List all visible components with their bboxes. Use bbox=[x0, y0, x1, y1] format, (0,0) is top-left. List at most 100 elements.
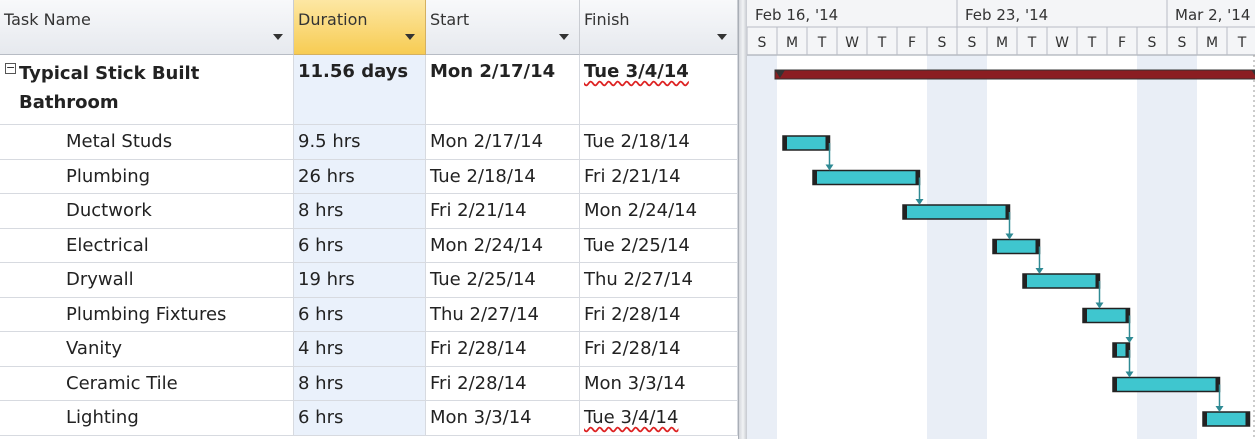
gantt-canvas: Feb 16, '14 Feb 23, '14 Mar 2, '14 S M T W T F S S… bbox=[747, 0, 1255, 439]
column-header-finish[interactable]: Finish bbox=[580, 0, 738, 55]
gantt-chart: Feb 16, '14 Feb 23, '14 Mar 2, '14 S M T W T F S S… bbox=[747, 0, 1255, 439]
task-row[interactable]: Metal Studs 9.5 hrs Mon 2/17/14 Tue 2/18/14 bbox=[0, 125, 738, 160]
task-bar bbox=[1082, 307, 1131, 324]
task-name-cell[interactable]: Plumbing bbox=[0, 159, 294, 194]
task-row[interactable]: Plumbing Fixtures 6 hrs Thu 2/27/14 Fri 2/2… bbox=[0, 297, 738, 332]
summary-task-row[interactable]: − Typical Stick Built Bathroom 11.56 day… bbox=[0, 55, 738, 125]
collapse-toggle-icon[interactable]: − bbox=[5, 62, 16, 74]
week-label: Feb 16, '14 bbox=[755, 6, 838, 24]
chevron-down-icon[interactable] bbox=[405, 34, 415, 40]
start-cell[interactable]: Fri 2/28/14 bbox=[426, 366, 580, 401]
task-row[interactable]: Lighting 6 hrs Mon 3/3/14 Tue 3/4/14 bbox=[0, 401, 738, 436]
day-label: T bbox=[877, 35, 887, 51]
day-label: T bbox=[817, 35, 827, 51]
day-label: F bbox=[1118, 35, 1126, 51]
dependency-arrow-icon bbox=[825, 164, 834, 171]
chevron-down-icon[interactable] bbox=[273, 34, 283, 40]
task-row[interactable]: Plumbing 26 hrs Tue 2/18/14 Fri 2/21/14 bbox=[0, 159, 738, 194]
finish-cell[interactable]: Mon 2/24/14 bbox=[580, 194, 738, 229]
weekend-shade bbox=[957, 55, 987, 439]
task-bar-start-cap bbox=[1023, 274, 1027, 288]
task-row[interactable]: Drywall 19 hrs Tue 2/25/14 Thu 2/27/14 bbox=[0, 263, 738, 298]
task-name-cell[interactable]: Vanity bbox=[0, 332, 294, 367]
weekend-shade bbox=[927, 55, 957, 439]
start-cell[interactable]: Mon 2/24/14 bbox=[426, 228, 580, 263]
duration-cell[interactable]: 26 hrs bbox=[294, 159, 426, 194]
day-label: M bbox=[1206, 35, 1218, 51]
day-label: S bbox=[758, 35, 767, 51]
dependency-arrow-icon bbox=[915, 199, 924, 205]
duration-cell[interactable]: 6 hrs bbox=[294, 401, 426, 436]
task-bar-start-cap bbox=[1083, 308, 1087, 323]
dependency-arrow-icon bbox=[1215, 406, 1224, 412]
task-bar bbox=[1202, 411, 1251, 427]
weekend-shade bbox=[747, 55, 777, 439]
task-name-cell[interactable]: Plumbing Fixtures bbox=[0, 297, 294, 332]
pane-splitter[interactable] bbox=[738, 0, 747, 439]
week-label: Mar 2, '14 bbox=[1175, 6, 1250, 24]
finish-cell[interactable]: Tue 2/25/14 bbox=[580, 228, 738, 263]
duration-cell[interactable]: 19 hrs bbox=[294, 263, 426, 298]
finish-cell[interactable]: Mon 3/3/14 bbox=[580, 366, 738, 401]
summary-bar bbox=[774, 69, 1255, 80]
finish-cell[interactable]: Thu 2/27/14 bbox=[580, 263, 738, 298]
column-header-start[interactable]: Start bbox=[426, 0, 580, 55]
column-header-task-name[interactable]: Task Name bbox=[0, 0, 294, 55]
finish-cell[interactable]: Tue 3/4/14 bbox=[580, 55, 738, 125]
task-name-cell[interactable]: Drywall bbox=[0, 263, 294, 298]
finish-cell[interactable]: Tue 3/4/14 bbox=[580, 401, 738, 436]
task-bar-start-cap bbox=[1113, 377, 1117, 392]
task-row[interactable]: Electrical 6 hrs Mon 2/24/14 Tue 2/25/14 bbox=[0, 228, 738, 263]
chevron-down-icon[interactable] bbox=[717, 34, 727, 40]
task-name-cell[interactable]: Metal Studs bbox=[0, 125, 294, 160]
day-label: T bbox=[1237, 35, 1247, 51]
day-label: T bbox=[1027, 35, 1037, 51]
start-cell[interactable]: Tue 2/25/14 bbox=[426, 263, 580, 298]
start-cell[interactable]: Tue 2/18/14 bbox=[426, 159, 580, 194]
duration-cell[interactable]: 8 hrs bbox=[294, 366, 426, 401]
task-bar bbox=[902, 204, 1011, 220]
task-bar bbox=[782, 135, 831, 151]
task-bar-start-cap bbox=[993, 239, 997, 254]
chevron-down-icon[interactable] bbox=[559, 34, 569, 40]
task-bar bbox=[1112, 376, 1221, 393]
day-label: S bbox=[968, 35, 977, 51]
duration-cell[interactable]: 4 hrs bbox=[294, 332, 426, 367]
dependency-arrow-icon bbox=[1095, 302, 1104, 309]
start-cell[interactable]: Fri 2/28/14 bbox=[426, 332, 580, 367]
duration-cell[interactable]: 6 hrs bbox=[294, 297, 426, 332]
start-cell[interactable]: Mon 3/3/14 bbox=[426, 401, 580, 436]
day-label: T bbox=[1087, 35, 1097, 51]
task-row[interactable]: Vanity 4 hrs Fri 2/28/14 Fri 2/28/14 bbox=[0, 332, 738, 367]
finish-cell[interactable]: Fri 2/28/14 bbox=[580, 332, 738, 367]
day-label: F bbox=[908, 35, 916, 51]
duration-cell[interactable]: 11.56 days bbox=[294, 55, 426, 125]
finish-cell[interactable]: Fri 2/28/14 bbox=[580, 297, 738, 332]
start-cell[interactable]: Mon 2/17/14 bbox=[426, 125, 580, 160]
day-label: W bbox=[1055, 35, 1069, 51]
finish-cell[interactable]: Fri 2/21/14 bbox=[580, 159, 738, 194]
column-header-duration[interactable]: Duration bbox=[294, 0, 426, 55]
dependency-arrow-icon bbox=[1125, 371, 1134, 378]
task-row[interactable]: Ceramic Tile 8 hrs Fri 2/28/14 Mon 3/3/14 bbox=[0, 366, 738, 401]
task-grid: Task Name Duration Start Finish − Typica… bbox=[0, 0, 738, 439]
start-cell[interactable]: Fri 2/21/14 bbox=[426, 194, 580, 229]
start-cell[interactable]: Mon 2/17/14 bbox=[426, 55, 580, 125]
day-label: M bbox=[996, 35, 1008, 51]
task-name-cell[interactable]: Electrical bbox=[0, 228, 294, 263]
task-bar bbox=[1022, 273, 1101, 289]
task-name-cell[interactable]: Ceramic Tile bbox=[0, 366, 294, 401]
start-cell[interactable]: Thu 2/27/14 bbox=[426, 297, 580, 332]
task-name-cell[interactable]: Ductwork bbox=[0, 194, 294, 229]
day-label: M bbox=[786, 35, 798, 51]
dependency-arrow-icon bbox=[1005, 233, 1014, 240]
finish-cell[interactable]: Tue 2/18/14 bbox=[580, 125, 738, 160]
duration-cell[interactable]: 6 hrs bbox=[294, 228, 426, 263]
day-label: S bbox=[1178, 35, 1187, 51]
task-name-cell[interactable]: − Typical Stick Built Bathroom bbox=[0, 55, 294, 125]
duration-cell[interactable]: 8 hrs bbox=[294, 194, 426, 229]
task-name-cell[interactable]: Lighting bbox=[0, 401, 294, 436]
duration-cell[interactable]: 9.5 hrs bbox=[294, 125, 426, 160]
task-row[interactable]: Ductwork 8 hrs Fri 2/21/14 Mon 2/24/14 bbox=[0, 194, 738, 229]
task-bar bbox=[812, 169, 921, 186]
